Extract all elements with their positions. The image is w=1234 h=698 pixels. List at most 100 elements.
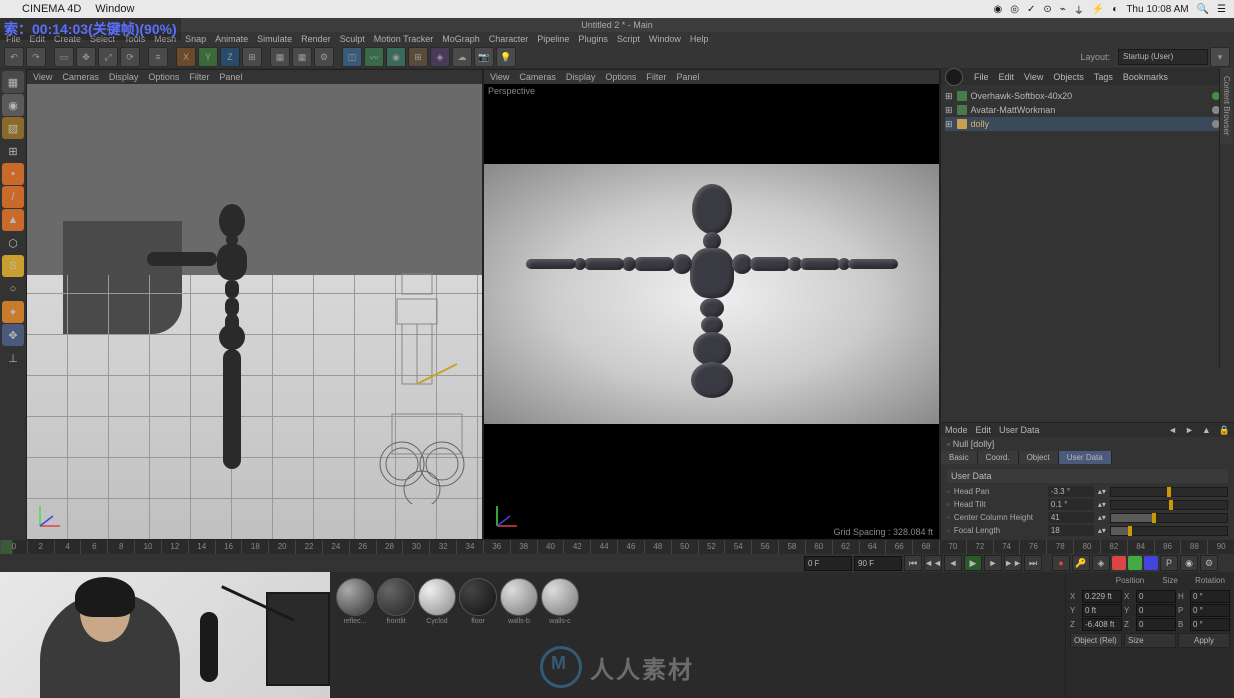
viewport-right[interactable]: View Cameras Display Options Filter Pane… — [483, 69, 940, 540]
expand-icon[interactable]: ⊞ — [945, 105, 953, 116]
size-mode-dropdown[interactable]: Size — [1124, 633, 1176, 648]
om-file[interactable]: File — [971, 72, 992, 82]
timeline-tick[interactable]: 26 — [349, 540, 376, 554]
timeline-tick[interactable]: 22 — [295, 540, 322, 554]
play-button[interactable]: ▶ — [964, 555, 982, 571]
expand-icon[interactable]: ⊞ — [945, 119, 953, 130]
texture-mode-button[interactable]: ▨ — [2, 117, 24, 139]
timeline-tick[interactable]: 78 — [1046, 540, 1073, 554]
vp2-filter[interactable]: Filter — [646, 72, 666, 82]
apply-button[interactable]: Apply — [1178, 633, 1230, 648]
record-button[interactable]: ● — [1052, 555, 1070, 571]
timeline-tick[interactable]: 6 — [80, 540, 107, 554]
object-name[interactable]: dolly — [971, 119, 990, 129]
mac-clock[interactable]: Thu 10:08 AM — [1126, 4, 1188, 15]
material-manager[interactable]: reflec... frontlit Cyclod floor walls-b … — [330, 572, 1065, 698]
vp1-cameras[interactable]: Cameras — [62, 72, 99, 82]
timeline-tick[interactable]: 62 — [832, 540, 859, 554]
menu-snap[interactable]: Snap — [185, 34, 206, 44]
object-row[interactable]: ⊞ Avatar-MattWorkman — [945, 103, 1230, 117]
keyframe-sel-button[interactable]: ◈ — [1092, 555, 1110, 571]
timeline-tick[interactable]: 30 — [402, 540, 429, 554]
timeline-tick[interactable]: 36 — [483, 540, 510, 554]
timeline-tick[interactable]: 14 — [188, 540, 215, 554]
timeline-tick[interactable]: 70 — [939, 540, 966, 554]
timeline-tick[interactable]: 48 — [644, 540, 671, 554]
key-options-button[interactable]: ⚙ — [1200, 555, 1218, 571]
tab-userdata[interactable]: User Data — [1059, 451, 1112, 464]
history-button[interactable]: ≡ — [148, 47, 168, 67]
coord-system-button[interactable]: ⊞ — [242, 47, 262, 67]
timeline-tick[interactable]: 66 — [885, 540, 912, 554]
menu-script[interactable]: Script — [617, 34, 640, 44]
timeline-tick[interactable]: 90 — [1207, 540, 1234, 554]
step-fwd-button[interactable]: ►► — [1004, 555, 1022, 571]
menu-sculpt[interactable]: Sculpt — [340, 34, 365, 44]
focal-field[interactable]: 18 — [1048, 525, 1094, 536]
object-name[interactable]: Avatar-MattWorkman — [971, 105, 1056, 115]
rot-key-button[interactable] — [1144, 556, 1158, 570]
timeline-tick[interactable]: 56 — [751, 540, 778, 554]
viewport-left-scene[interactable] — [27, 84, 482, 539]
primitive-cube-button[interactable]: ◫ — [342, 47, 362, 67]
spinner-icon[interactable]: ▴▾ — [1098, 526, 1106, 535]
nav-up-button[interactable]: ▲ — [1202, 425, 1211, 435]
om-bookmarks[interactable]: Bookmarks — [1120, 72, 1171, 82]
pla-key-button[interactable]: ◉ — [1180, 555, 1198, 571]
render-pv-button[interactable]: ▦ — [292, 47, 312, 67]
headtilt-slider[interactable] — [1110, 500, 1228, 510]
vp1-display[interactable]: Display — [109, 72, 139, 82]
vp2-cameras[interactable]: Cameras — [519, 72, 556, 82]
material-preview[interactable]: reflec... — [336, 578, 374, 616]
snap-3d-button[interactable]: S — [2, 255, 24, 277]
timeline-tick[interactable]: 88 — [1180, 540, 1207, 554]
timeline-tick[interactable]: 10 — [134, 540, 161, 554]
z-axis-lock[interactable]: Z — [220, 47, 240, 67]
attr-edit[interactable]: Edit — [976, 425, 992, 435]
spinner-icon[interactable]: ▴▾ — [1098, 500, 1106, 509]
timeline-tick[interactable]: 38 — [510, 540, 537, 554]
vp2-options[interactable]: Options — [605, 72, 636, 82]
polygon-mode-button[interactable]: ▲ — [2, 209, 24, 231]
menu-plugins[interactable]: Plugins — [578, 34, 608, 44]
timeline-tick[interactable]: 28 — [376, 540, 403, 554]
timeline-tick[interactable]: 58 — [778, 540, 805, 554]
param-key-button[interactable]: P — [1160, 555, 1178, 571]
normals-button[interactable]: ⊥ — [2, 347, 24, 369]
workplane-button[interactable]: ⊞ — [2, 140, 24, 162]
menu-character[interactable]: Character — [489, 34, 529, 44]
om-view[interactable]: View — [1021, 72, 1046, 82]
model-mode-button[interactable]: ◉ — [2, 94, 24, 116]
array-button[interactable]: ⊞ — [408, 47, 428, 67]
scale-button[interactable]: ⤢ — [98, 47, 118, 67]
next-frame-button[interactable]: ► — [984, 555, 1002, 571]
material-preview[interactable]: walls-c — [541, 578, 579, 616]
lock-icon[interactable]: 🔒 — [1219, 425, 1230, 436]
tab-coord[interactable]: Coord. — [978, 451, 1019, 464]
pos-x-field[interactable]: 0.229 ft — [1082, 590, 1122, 603]
timeline-tick[interactable]: 34 — [456, 540, 483, 554]
rot-b-field[interactable]: 0 ° — [1190, 618, 1230, 631]
menu-motiontracker[interactable]: Motion Tracker — [374, 34, 434, 44]
environment-button[interactable]: ☁ — [452, 47, 472, 67]
timeline-tick[interactable]: 68 — [912, 540, 939, 554]
rot-h-field[interactable]: 0 ° — [1190, 590, 1230, 603]
spinner-icon[interactable]: ▴▾ — [1098, 513, 1106, 522]
make-editable-button[interactable]: ▦ — [2, 71, 24, 93]
timeline-tick[interactable]: 46 — [617, 540, 644, 554]
material-preview[interactable]: Cyclod — [418, 578, 456, 616]
menu-mograph[interactable]: MoGraph — [442, 34, 480, 44]
menu-pipeline[interactable]: Pipeline — [537, 34, 569, 44]
mac-window-menu[interactable]: Window — [95, 3, 134, 15]
live-select-button[interactable]: ▭ — [54, 47, 74, 67]
om-objects[interactable]: Objects — [1050, 72, 1087, 82]
menu-simulate[interactable]: Simulate — [257, 34, 292, 44]
tweak-button[interactable]: ✦ — [2, 301, 24, 323]
material-preview[interactable]: frontlit — [377, 578, 415, 616]
menu-animate[interactable]: Animate — [215, 34, 248, 44]
timeline-tick[interactable]: 24 — [322, 540, 349, 554]
vp1-filter[interactable]: Filter — [189, 72, 209, 82]
nav-fwd-button[interactable]: ► — [1185, 425, 1194, 435]
pos-z-field[interactable]: -6.408 ft — [1082, 618, 1122, 631]
menu-render[interactable]: Render — [301, 34, 331, 44]
